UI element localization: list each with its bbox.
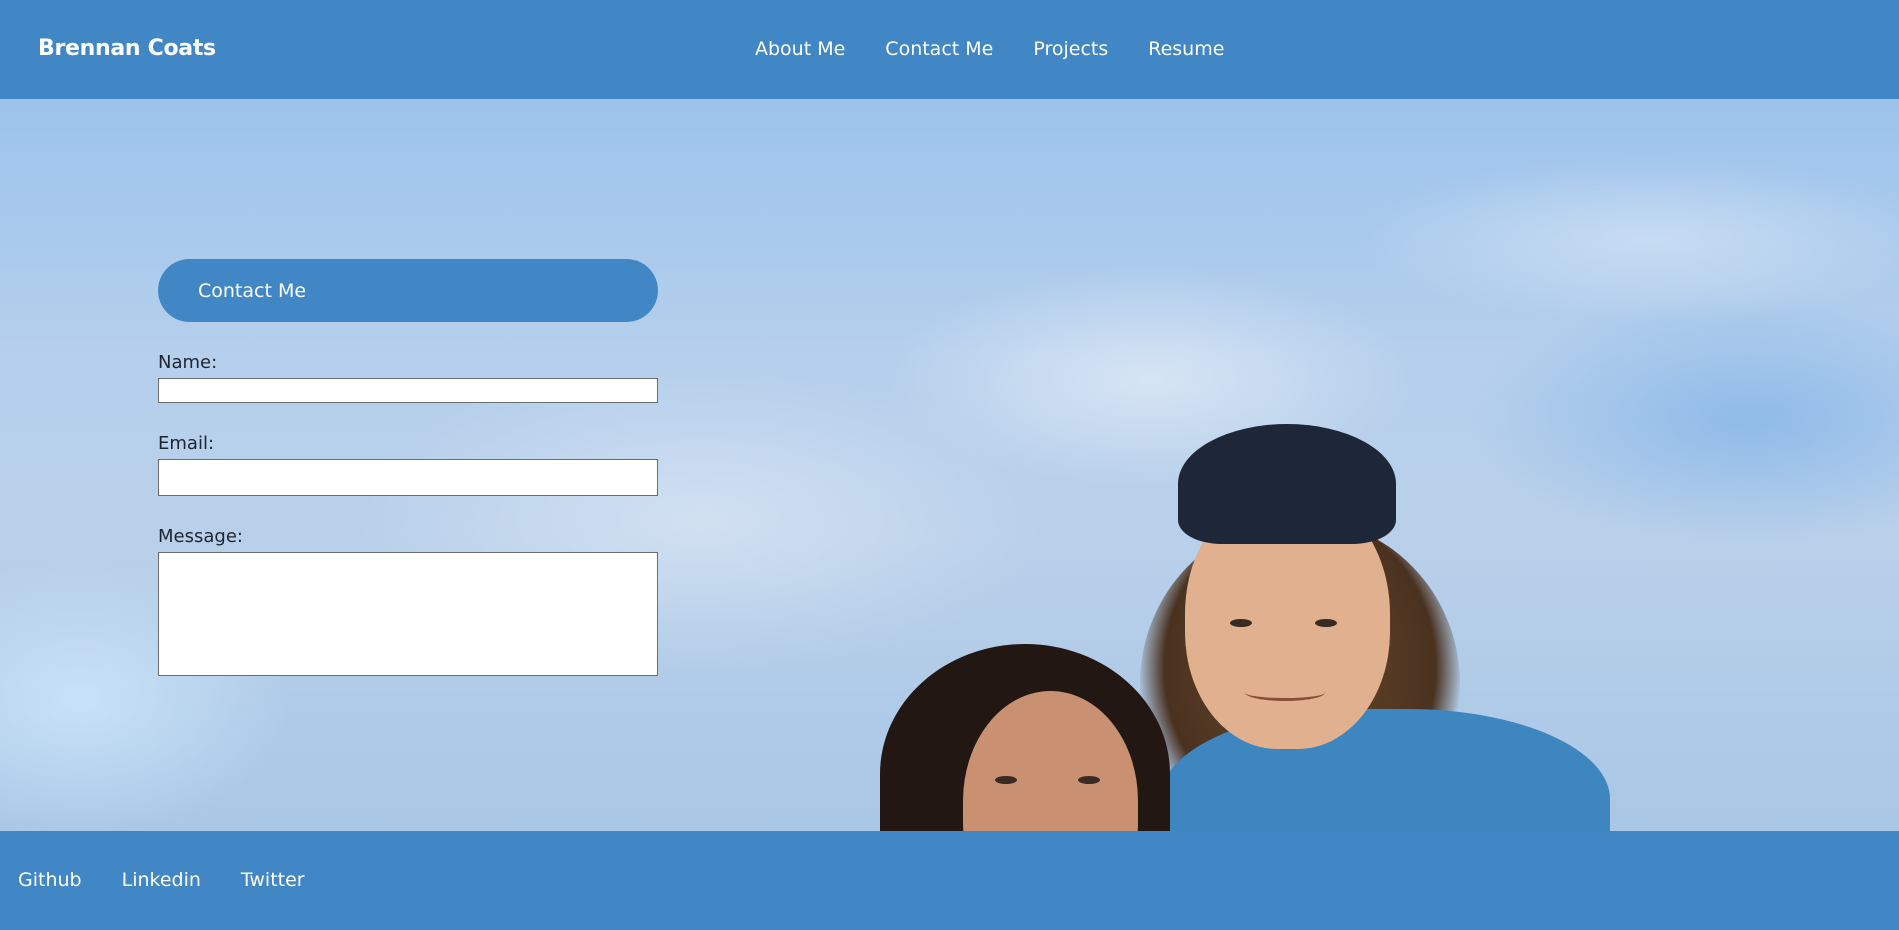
eye — [1230, 619, 1252, 627]
footer-link-github[interactable]: Github — [18, 869, 82, 891]
name-label: Name: — [158, 352, 218, 373]
contact-form: Contact Me Name: Email: Message: — [158, 259, 658, 676]
footer-link-twitter[interactable]: Twitter — [241, 869, 305, 891]
email-input[interactable] — [158, 459, 658, 496]
nav-projects[interactable]: Projects — [1033, 38, 1108, 60]
eye — [1078, 776, 1100, 784]
name-input[interactable] — [158, 378, 658, 403]
nav-resume[interactable]: Resume — [1148, 38, 1224, 60]
main-nav: About Me Contact Me Projects Resume — [755, 38, 1224, 60]
smile — [1245, 684, 1325, 701]
footer-links: Github Linkedin Twitter — [18, 869, 305, 891]
message-label: Message: — [158, 526, 243, 547]
contact-form-title: Contact Me — [158, 259, 658, 322]
nav-contact-me[interactable]: Contact Me — [885, 38, 993, 60]
brand-name[interactable]: Brennan Coats — [38, 36, 216, 61]
eye — [995, 776, 1017, 784]
eye — [1315, 619, 1337, 627]
site-footer: Github Linkedin Twitter — [0, 831, 1899, 930]
nav-about-me[interactable]: About Me — [755, 38, 845, 60]
email-label: Email: — [158, 433, 215, 454]
person-cap — [1178, 424, 1396, 544]
footer-link-linkedin[interactable]: Linkedin — [122, 869, 201, 891]
message-textarea[interactable] — [158, 552, 658, 676]
site-header: Brennan Coats About Me Contact Me Projec… — [0, 0, 1899, 99]
